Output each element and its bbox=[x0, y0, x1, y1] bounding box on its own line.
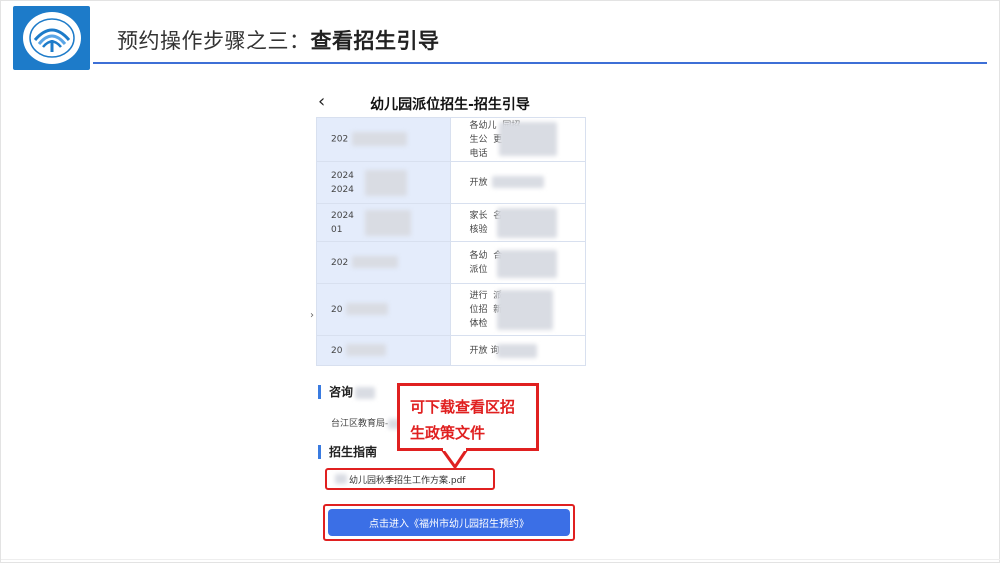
table-row: 2024 2024 开放 bbox=[315, 161, 586, 204]
logo-emblem-icon bbox=[22, 12, 81, 64]
schedule-date-cell: 20 bbox=[315, 335, 452, 366]
phone-nav-title: 幼儿园派位招生-招生引导 bbox=[370, 97, 530, 113]
schedule-desc-cell: 开放 bbox=[450, 161, 586, 204]
schedule-desc-cell: 各幼 合 派位 bbox=[450, 241, 586, 284]
schedule-date-cell: 202 bbox=[315, 117, 452, 162]
page-title-prefix: 预约操作步骤之三： bbox=[117, 29, 311, 53]
schedule-desc-cell: 家长 名 核验 bbox=[450, 203, 586, 242]
schedule-date-cell: 20 bbox=[315, 283, 452, 336]
policy-pdf-link[interactable]: 幼儿园秋季招生工作方案.pdf bbox=[325, 468, 495, 490]
table-row: 202 各幼儿 园招 生公 更 电话 bbox=[315, 117, 586, 162]
table-row: 20 开放 询 bbox=[315, 335, 586, 366]
callout-line-1: 可下载查看区招 bbox=[410, 398, 516, 416]
table-row: 202 各幼 合 派位 bbox=[315, 241, 586, 284]
schedule-table: 202 各幼儿 园招 生公 更 电话 2024 2024 开放 2024 01 … bbox=[315, 117, 586, 366]
chevron-left-icon[interactable]: › bbox=[310, 310, 314, 321]
schedule-date-cell: 2024 01 bbox=[315, 203, 452, 242]
schedule-desc-cell: 各幼儿 园招 生公 更 电话 bbox=[450, 117, 586, 162]
schedule-date-cell: 202 bbox=[315, 241, 452, 284]
schedule-desc-cell: 开放 询 bbox=[450, 335, 586, 366]
page-title: 预约操作步骤之三：查看招生引导 bbox=[117, 25, 440, 55]
schedule-desc-cell: 进行 派 位招 新生 体检 bbox=[450, 283, 586, 336]
schedule-date-cell: 2024 2024 bbox=[315, 161, 452, 204]
pdf-filename: 幼儿园秋季招生工作方案.pdf bbox=[349, 475, 466, 486]
table-row: 2024 01 家长 名 核验 bbox=[315, 203, 586, 242]
cta-highlight-frame: 点击进入《福州市幼儿园招生预约》 bbox=[323, 504, 575, 541]
enter-enrollment-booking-button[interactable]: 点击进入《福州市幼儿园招生预约》 bbox=[328, 509, 570, 536]
table-row: 20 进行 派 位招 新生 体检 bbox=[315, 283, 586, 336]
bottom-divider bbox=[1, 559, 1000, 560]
phone-nav-bar: ‹ 幼儿园派位招生-招生引导 bbox=[310, 89, 590, 117]
slide: 预约操作步骤之三：查看招生引导 ‹ 幼儿园派位招生-招生引导 202 各幼儿 园… bbox=[0, 0, 1000, 563]
guide-section-label: 招生指南 bbox=[318, 445, 377, 459]
page-title-bold: 查看招生引导 bbox=[310, 29, 440, 53]
callout-tail-mask bbox=[443, 447, 466, 451]
kindergarten-logo bbox=[13, 6, 90, 70]
consult-section-label: 咨询 bbox=[318, 385, 376, 399]
annotation-callout: 可下载查看区招 生政策文件 bbox=[397, 383, 539, 451]
header-divider bbox=[93, 62, 987, 64]
consult-text: 台江区教育局- bbox=[331, 416, 405, 429]
callout-line-2: 生政策文件 bbox=[410, 424, 486, 442]
